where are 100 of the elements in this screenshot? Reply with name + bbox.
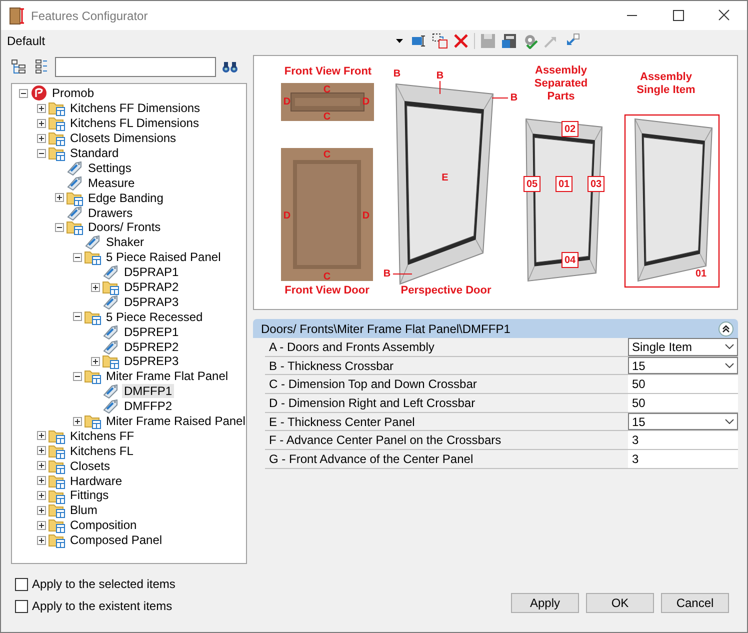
expander-icon[interactable] [73, 416, 82, 426]
expander-icon[interactable] [37, 536, 46, 545]
tree-item[interactable]: Drawers [86, 206, 135, 220]
dimension-label: D [283, 210, 291, 222]
property-value-field[interactable]: 3 [628, 450, 738, 468]
property-label: G - Front Advance of the Center Panel [268, 450, 474, 468]
chevron-icon [725, 363, 734, 368]
tree-item[interactable]: D5PREP3 [122, 354, 181, 368]
tree-item[interactable]: DMFFP1 [122, 384, 174, 398]
tree-item[interactable]: Kitchens FF [68, 428, 136, 443]
tree-item[interactable]: Kitchens FF Dimensions [68, 101, 202, 116]
expander-icon[interactable] [91, 356, 100, 366]
app-icon [9, 6, 25, 24]
folder-icon [66, 190, 84, 206]
search-icon[interactable] [222, 60, 238, 74]
tree-item[interactable]: Edge Banding [86, 190, 166, 205]
tree-item[interactable]: Closets [68, 458, 112, 473]
dialog-button[interactable]: Apply [511, 593, 579, 613]
checkbox[interactable] [15, 578, 28, 590]
expander-icon[interactable] [37, 118, 46, 128]
expander-icon[interactable] [37, 431, 46, 440]
gear-check-icon[interactable] [522, 33, 538, 49]
dimension-label: B [383, 268, 391, 280]
tree-item[interactable]: 5 Piece Recessed [104, 310, 205, 324]
tree-item[interactable]: Miter Frame Flat Panel [104, 369, 230, 384]
tree-item[interactable]: Composed Panel [68, 533, 164, 548]
property-label: F - Advance Center Panel on the Crossbars [268, 432, 502, 450]
tree-item[interactable]: D5PREP2 [122, 340, 181, 354]
folder-icon [48, 517, 66, 534]
tree-item[interactable]: D5PRAP3 [122, 294, 181, 309]
delete-icon[interactable] [453, 33, 469, 49]
tree-item[interactable]: Fittings [68, 488, 111, 502]
folder-icon [48, 458, 66, 474]
tree-item[interactable]: Miter Frame Raised Panel [104, 414, 248, 428]
tree-item[interactable]: Settings [86, 160, 134, 175]
expander-icon[interactable] [37, 446, 46, 456]
expander-icon[interactable] [73, 372, 82, 381]
dialog-button[interactable]: OK [586, 593, 654, 613]
tree-item[interactable]: D5PRAP1 [122, 265, 181, 280]
tree-item[interactable]: 5 Piece Raised Panel [104, 250, 223, 264]
expander-icon[interactable] [37, 506, 46, 515]
calculator-icon[interactable] [501, 33, 517, 49]
expander-icon[interactable] [19, 88, 28, 98]
property-dropdown[interactable]: Single Item [628, 338, 738, 356]
collapse-icon[interactable] [718, 320, 734, 336]
folder-icon [48, 100, 66, 116]
tag-icon [102, 294, 120, 310]
expander-icon[interactable] [37, 461, 46, 470]
tree-item[interactable]: Shaker [104, 235, 146, 250]
expander-icon[interactable] [37, 520, 46, 530]
profile-dropdown[interactable]: Default [5, 31, 405, 51]
part-label: 03 [588, 176, 604, 192]
part-number: 01 [695, 268, 707, 280]
part-label: 04 [562, 252, 578, 268]
dimension-label: B [510, 92, 518, 104]
tree-item[interactable]: Closets Dimensions [68, 131, 178, 146]
diagram-caption: Assembly Single Item [636, 71, 696, 97]
expander-icon[interactable] [55, 222, 64, 232]
expander-icon[interactable] [37, 476, 46, 486]
dialog-button[interactable]: Cancel [661, 593, 729, 613]
tree-item[interactable]: Kitchens FL Dimensions [68, 116, 201, 130]
property-value-field[interactable]: 50 [628, 394, 738, 412]
expander-icon[interactable] [55, 193, 64, 202]
folder-icon [102, 353, 120, 370]
tree-collapse-icon[interactable] [33, 59, 49, 75]
search-field[interactable] [55, 57, 216, 77]
expander-icon[interactable] [37, 134, 46, 143]
tree-item[interactable]: Blum [68, 503, 100, 518]
property-value-field[interactable]: 3 [628, 431, 738, 450]
tree-item[interactable]: Kitchens FL [68, 444, 136, 458]
chevron-icon [725, 419, 734, 424]
property-label: E - Thickness Center Panel [268, 414, 416, 430]
tree-item[interactable]: Hardware [68, 474, 124, 488]
expander-icon[interactable] [73, 312, 82, 322]
tree-item[interactable]: D5PREP1 [122, 324, 181, 339]
expander-icon[interactable] [37, 490, 46, 500]
tree-item[interactable]: Composition [68, 518, 139, 532]
tree-item[interactable]: D5PRAP2 [122, 280, 181, 294]
tree-item[interactable]: Measure [86, 176, 137, 190]
expander-icon[interactable] [73, 252, 82, 262]
tag-icon [102, 383, 120, 400]
tree-item[interactable]: Standard [68, 146, 121, 160]
expander-icon[interactable] [91, 282, 100, 292]
tree-item[interactable]: DMFFP2 [122, 399, 174, 414]
diagram-caption: Perspective Door [400, 284, 492, 298]
dimension-label: D [362, 96, 370, 108]
property-dropdown[interactable]: 15 [628, 356, 738, 374]
expander-icon[interactable] [37, 148, 46, 158]
property-value-field[interactable]: 50 [628, 375, 738, 394]
property-dropdown[interactable]: 15 [628, 412, 738, 430]
property-path: Doors/ Fronts\Miter Frame Flat Panel\DMFFP1 [261, 322, 510, 336]
checkbox[interactable] [15, 600, 28, 612]
rename-icon[interactable] [411, 33, 427, 49]
expander-icon[interactable] [37, 104, 46, 113]
tree-item[interactable]: Doors/ Fronts [86, 220, 163, 234]
property-label: B - Thickness Crossbar [268, 358, 394, 374]
tree-expand-icon[interactable] [11, 59, 27, 75]
copy-icon[interactable] [432, 33, 448, 49]
tree-item[interactable]: Promob [50, 86, 96, 100]
folder-icon [48, 130, 66, 146]
